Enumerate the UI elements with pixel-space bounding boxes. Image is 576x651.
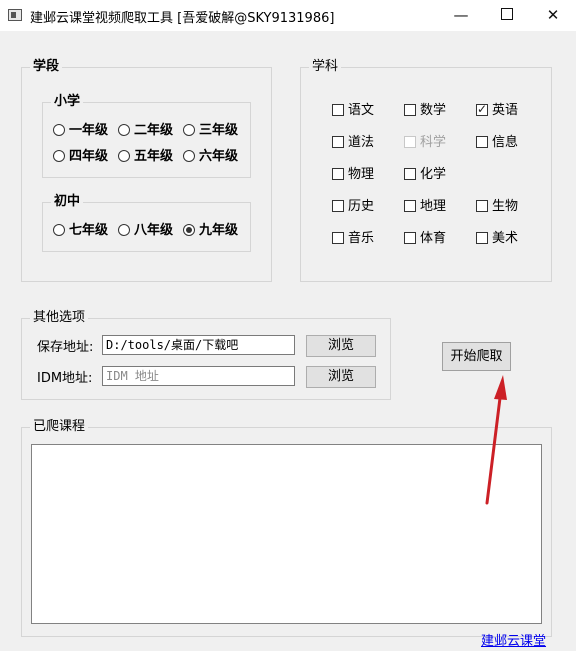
annotation-arrow bbox=[485, 375, 507, 505]
arrow-shaft bbox=[485, 396, 502, 505]
arrow-head bbox=[494, 375, 507, 400]
